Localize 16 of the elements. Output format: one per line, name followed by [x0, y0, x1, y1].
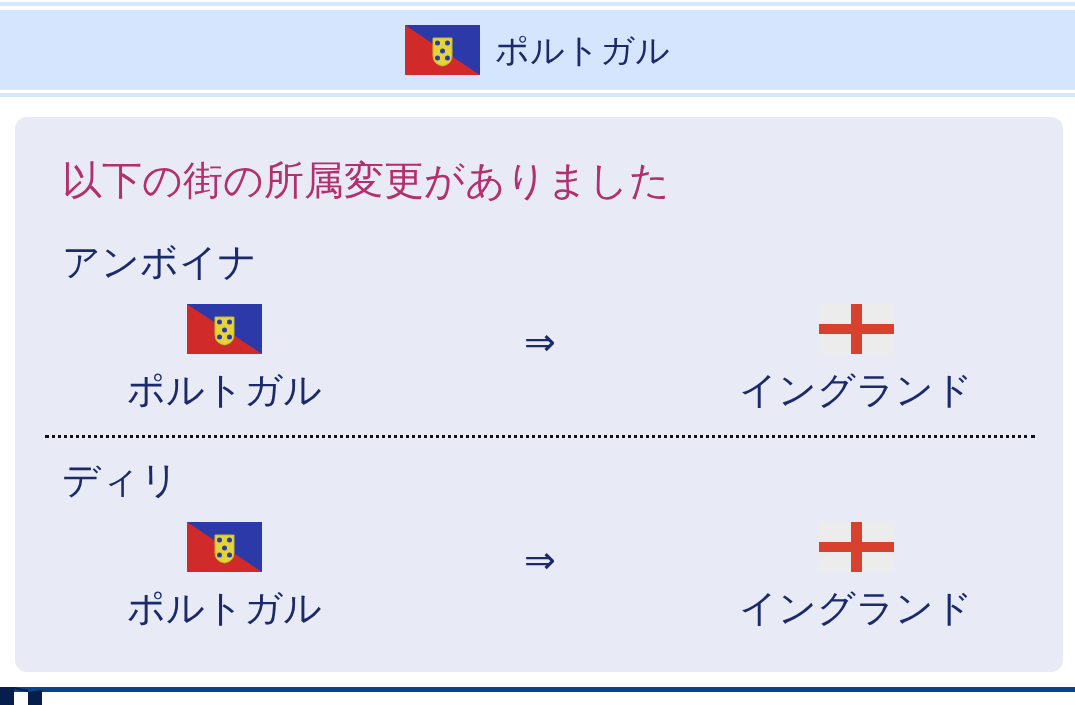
block-icon: [0, 687, 42, 705]
notice-title: 以下の街の所属変更がありました: [62, 156, 670, 204]
city-name: アンボイナ: [62, 239, 257, 286]
flag-icon: [405, 25, 480, 75]
flag-icon: [186, 304, 262, 354]
flag-icon: [818, 304, 894, 354]
nation-name: イングランド: [739, 585, 973, 632]
flag-icon: [818, 522, 894, 572]
nation-name: ポルトガル: [126, 585, 322, 632]
nation-name: イングランド: [739, 367, 973, 414]
nation-name: ポルトガル: [495, 29, 670, 72]
arrow-text: ⇒: [524, 537, 556, 584]
nation-name: ポルトガル: [126, 367, 322, 414]
arrow-text: ⇒: [524, 319, 556, 366]
city-name: ディリ: [62, 457, 179, 504]
flag-icon: [186, 522, 262, 572]
